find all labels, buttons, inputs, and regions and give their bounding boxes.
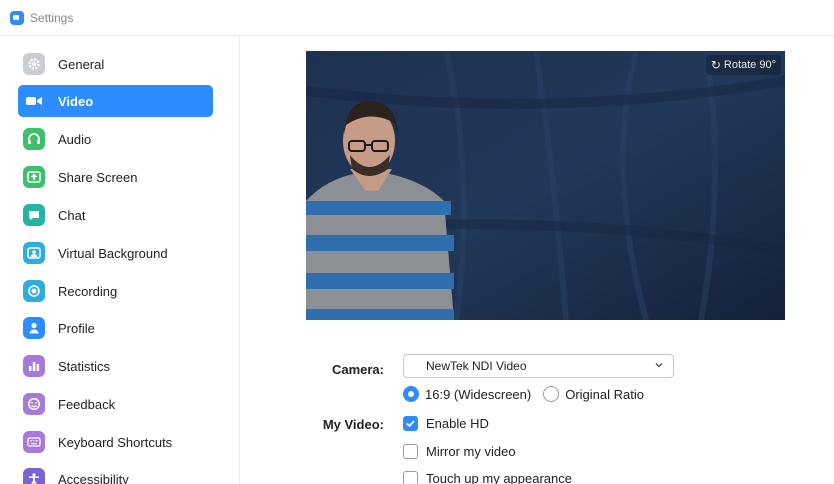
widescreen-label: 16:9 (Widescreen) — [425, 386, 532, 402]
camera-feed-image — [306, 51, 785, 320]
camera-select[interactable]: NewTek NDI Video — [403, 354, 674, 378]
chevron-down-icon — [655, 363, 663, 368]
original-ratio-label: Original Ratio — [565, 386, 644, 402]
sidebar-item-label: General — [58, 56, 105, 72]
sidebar-item-label: Accessibility — [58, 471, 129, 484]
sidebar-item-share-screen[interactable]: Share Screen — [18, 161, 213, 193]
person-icon — [23, 317, 45, 339]
video-camera-icon — [23, 90, 45, 112]
camera-select-value: NewTek NDI Video — [426, 359, 527, 373]
sidebar-item-accessibility[interactable]: Accessibility — [18, 463, 213, 484]
rotate-icon: ↻ — [710, 58, 721, 72]
mirror-video-label: Mirror my video — [426, 444, 516, 459]
camera-label: Camera: — [331, 362, 384, 377]
widescreen-radio[interactable] — [403, 386, 419, 402]
enable-hd-option[interactable]: Enable HD — [403, 416, 489, 431]
sidebar-item-feedback[interactable]: Feedback — [18, 388, 213, 420]
enable-hd-label: Enable HD — [426, 416, 489, 431]
zoom-app-icon — [10, 10, 24, 25]
mirror-video-option[interactable]: Mirror my video — [403, 444, 516, 459]
bar-chart-icon — [23, 355, 45, 377]
sidebar-item-video[interactable]: Video — [18, 85, 213, 117]
mirror-video-checkbox[interactable] — [403, 444, 418, 459]
title-bar: Settings — [0, 0, 834, 36]
sidebar-item-label: Profile — [58, 320, 95, 336]
gear-icon — [23, 53, 45, 75]
original-ratio-radio[interactable] — [543, 386, 560, 402]
sidebar-item-label: Feedback — [58, 396, 116, 412]
sidebar-item-audio[interactable]: Audio — [18, 123, 213, 155]
aspect-ratio-options: 16:9 (Widescreen) Original Ratio — [403, 386, 656, 402]
sidebar-item-label: Keyboard Shortcuts — [58, 434, 173, 450]
sidebar-item-keyboard-shortcuts[interactable]: Keyboard Shortcuts — [18, 426, 213, 458]
sidebar-item-statistics[interactable]: Statistics — [18, 350, 213, 382]
touch-up-checkbox[interactable] — [403, 471, 418, 484]
share-screen-icon — [23, 166, 45, 188]
sidebar-item-label: Chat — [58, 207, 86, 223]
smiley-icon — [23, 393, 45, 415]
sidebar-item-label: Video — [58, 93, 94, 109]
sidebar-item-label: Share Screen — [58, 169, 138, 185]
sidebar-item-recording[interactable]: Recording — [18, 275, 213, 307]
accessibility-icon — [23, 468, 45, 484]
option-original-ratio[interactable]: Original Ratio — [543, 386, 644, 402]
enable-hd-checkbox[interactable] — [403, 416, 418, 431]
sidebar-item-profile[interactable]: Profile — [18, 312, 213, 344]
rotate-90-button[interactable]: ↻ Rotate 90° — [705, 55, 781, 75]
sidebar-item-label: Virtual Background — [58, 245, 168, 261]
sidebar-item-label: Statistics — [58, 358, 111, 374]
sidebar-item-label: Audio — [58, 131, 92, 147]
sidebar-item-label: Recording — [58, 283, 118, 299]
settings-sidebar: General Video Audio Share Screen Chat Vi… — [0, 36, 240, 484]
option-widescreen[interactable]: 16:9 (Widescreen) — [403, 386, 531, 402]
person-frame-icon — [23, 242, 45, 264]
video-preview: ↻ Rotate 90° — [306, 51, 785, 320]
headphones-icon — [23, 128, 45, 150]
touch-up-label: Touch up my appearance — [426, 471, 572, 484]
rotate-label: Rotate 90° — [723, 59, 776, 71]
touch-up-option[interactable]: Touch up my appearance — [403, 471, 572, 484]
my-video-label: My Video: — [322, 417, 384, 432]
record-icon — [23, 280, 45, 302]
sidebar-item-general[interactable]: General — [18, 48, 213, 80]
checkmark-icon — [406, 420, 415, 428]
keyboard-icon — [23, 431, 45, 453]
chat-bubble-icon — [23, 204, 45, 226]
sidebar-item-virtual-background[interactable]: Virtual Background — [18, 237, 213, 269]
sidebar-item-chat[interactable]: Chat — [18, 199, 213, 231]
window-title: Settings — [30, 10, 74, 25]
